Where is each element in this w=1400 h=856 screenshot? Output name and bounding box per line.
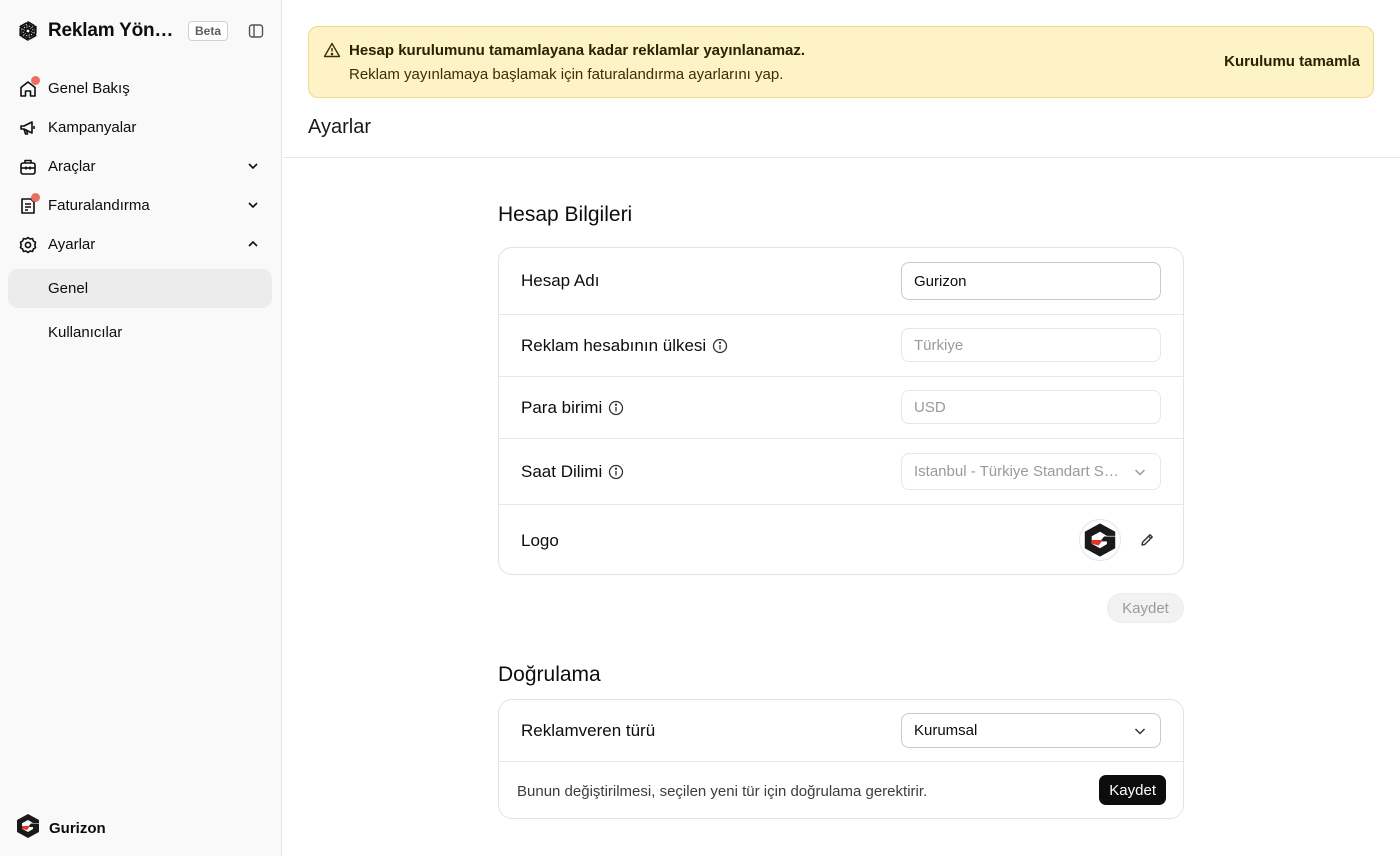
save-verification-button[interactable]: Kaydet: [1099, 775, 1166, 805]
beta-badge: Beta: [188, 21, 229, 41]
sidebar-subitem-general[interactable]: Genel: [8, 269, 272, 308]
banner-title: Hesap kurulumunu tamamlayana kadar rekla…: [349, 42, 806, 59]
sidebar-nav: Genel Bakış Kampanyalar Araçlar Faturala…: [8, 69, 272, 352]
sidebar-item-label: Kampanyalar: [48, 119, 137, 136]
notification-dot: [31, 75, 40, 85]
section-title-account-info: Hesap Bilgileri: [498, 203, 633, 226]
sidebar-item-label: Genel Bakış: [48, 80, 130, 97]
timezone-row: Saat Dilimi Istanbul - Türkiye Standart …: [499, 439, 1183, 505]
country-label: Reklam hesabının ülkesi: [521, 335, 707, 355]
notification-dot: [31, 192, 40, 202]
app-title: Reklam Yöneticisi: [48, 20, 178, 41]
brand-header: Reklam Yöneticisi Beta: [16, 16, 268, 46]
complete-setup-button[interactable]: Kurulumu tamamla: [1224, 53, 1360, 70]
sidebar: Reklam Yöneticisi Beta Genel Bakış Kampa…: [0, 0, 282, 856]
receipt-icon: [18, 192, 40, 216]
chevron-down-icon[interactable]: [244, 196, 262, 214]
pencil-icon[interactable]: [1137, 530, 1157, 550]
save-account-info-button[interactable]: Kaydet: [1107, 593, 1184, 623]
info-icon[interactable]: [608, 400, 624, 416]
currency-value: USD: [914, 398, 946, 416]
header-divider: [283, 157, 1400, 158]
logo-label: Logo: [521, 530, 559, 550]
chevron-down-icon: [1132, 723, 1148, 739]
timezone-select: Istanbul - Türkiye Standart Saati: [901, 453, 1161, 490]
sidebar-item-label: Faturalandırma: [48, 197, 150, 214]
gurizon-logo-icon: [16, 813, 40, 844]
sidebar-item-label: Araçlar: [48, 158, 96, 175]
chevron-up-icon[interactable]: [244, 235, 262, 253]
timezone-value: Istanbul - Türkiye Standart Saati: [914, 463, 1126, 480]
sidebar-item-label: Ayarlar: [48, 236, 96, 253]
sidebar-item-billing[interactable]: Faturalandırma: [8, 186, 272, 225]
account-name-label: Hesap Adı: [521, 271, 600, 290]
verification-card: Reklamveren türü Kurumsal Bunun değiştir…: [498, 699, 1184, 819]
advertiser-type-label: Reklamveren türü: [521, 720, 656, 740]
sidebar-item-overview[interactable]: Genel Bakış: [8, 69, 272, 108]
sidebar-subitem-users[interactable]: Kullanıcılar: [8, 313, 272, 352]
toolbox-icon: [18, 157, 38, 177]
setup-warning-banner: Hesap kurulumunu tamamlayana kadar rekla…: [308, 26, 1374, 98]
info-icon[interactable]: [608, 464, 624, 480]
logo-row: Logo: [499, 505, 1183, 574]
openai-logo-icon: [16, 19, 40, 43]
country-row: Reklam hesabının ülkesi Türkiye: [499, 315, 1183, 377]
verification-note: Bunun değiştirilmesi, seçilen yeni tür i…: [517, 782, 928, 800]
gear-icon: [18, 235, 38, 255]
info-icon[interactable]: [712, 338, 728, 354]
currency-label: Para birimi: [521, 397, 603, 417]
sidebar-item-tools[interactable]: Araçlar: [8, 147, 272, 186]
sidebar-toggle-icon[interactable]: [246, 21, 266, 41]
page-title: Ayarlar: [308, 116, 371, 138]
account-info-card: Hesap Adı Reklam hesabının ülkesi Türkiy…: [498, 247, 1184, 575]
advertiser-type-row: Reklamveren türü Kurumsal: [499, 700, 1183, 762]
account-name-row: Hesap Adı: [499, 248, 1183, 315]
sidebar-item-settings[interactable]: Ayarlar: [8, 225, 272, 264]
account-switcher[interactable]: Gurizon: [16, 813, 106, 844]
megaphone-icon: [18, 118, 38, 138]
account-name: Gurizon: [49, 820, 106, 837]
home-icon: [18, 75, 40, 99]
country-field: Türkiye: [901, 328, 1161, 362]
warning-icon: [323, 41, 341, 59]
country-value: Türkiye: [914, 336, 964, 354]
verification-note-row: Bunun değiştirilmesi, seçilen yeni tür i…: [499, 762, 1183, 818]
chevron-down-icon: [1132, 464, 1148, 480]
advertiser-type-select[interactable]: Kurumsal: [901, 713, 1161, 748]
timezone-label: Saat Dilimi: [521, 461, 603, 481]
banner-text: Reklam yayınlamaya başlamak için fatural…: [349, 66, 784, 83]
account-logo: [1079, 519, 1121, 561]
advertiser-type-value: Kurumsal: [914, 722, 978, 739]
currency-field: USD: [901, 390, 1161, 424]
sidebar-item-campaigns[interactable]: Kampanyalar: [8, 108, 272, 147]
main-content: Hesap kurulumunu tamamlayana kadar rekla…: [283, 0, 1400, 856]
account-name-input[interactable]: [901, 262, 1161, 300]
chevron-down-icon[interactable]: [244, 157, 262, 175]
currency-row: Para birimi USD: [499, 377, 1183, 439]
section-title-verification: Doğrulama: [498, 663, 601, 686]
